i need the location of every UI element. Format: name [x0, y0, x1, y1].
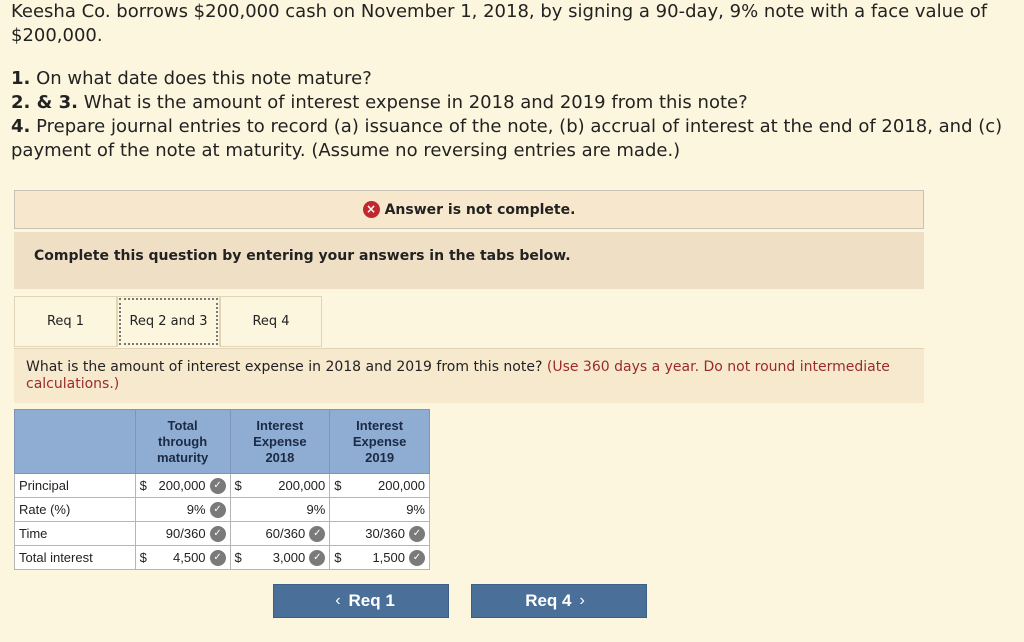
table-row: Rate (%) 9% ✓ 9% 9% [14, 497, 430, 522]
requirement-question: What is the amount of interest expense i… [14, 348, 924, 403]
tab-req-4[interactable]: Req 4 [220, 296, 322, 347]
instruction-text: Complete this question by entering your … [14, 232, 924, 289]
next-req-label: Req 4 [525, 591, 572, 610]
table-row: Total interest $4,500 ✓ $3,000 ✓ $1,500 ✓ [14, 545, 430, 570]
answer-cell[interactable]: 30/360 ✓ [329, 521, 430, 546]
answer-cell[interactable]: 9% [229, 497, 331, 522]
row-label: Total interest [14, 545, 136, 570]
requirement-4: 4. Prepare journal entries to record (a)… [11, 116, 1003, 161]
header-interest-expense-2019: Interest Expense 2019 [329, 409, 430, 474]
dollar-sign: $ [234, 550, 242, 565]
dollar-sign: $ [334, 550, 342, 565]
cell-value: 3,000 [272, 550, 306, 565]
table-row: Time 90/360 ✓ 60/360 ✓ 30/360 ✓ [14, 521, 430, 546]
problem-requirements: 1. On what date does this note mature? 2… [11, 67, 1016, 163]
cell-value: 4,500 [173, 550, 206, 565]
requirement-2-3: 2. & 3. What is the amount of interest e… [11, 92, 748, 113]
check-icon: ✓ [409, 525, 425, 542]
answer-cell[interactable]: 90/360 ✓ [134, 521, 231, 546]
answer-cell[interactable]: $200,000 [329, 473, 430, 498]
cell-value: 90/360 [165, 526, 206, 541]
answer-cell[interactable]: $1,500 ✓ [329, 545, 430, 570]
answer-cell[interactable]: $4,500 ✓ [134, 545, 231, 570]
cell-value: 200,000 [378, 478, 425, 493]
answer-cell[interactable]: 60/360 ✓ [229, 521, 331, 546]
answer-cell[interactable]: $3,000 ✓ [229, 545, 331, 570]
tab-req-2-and-3[interactable]: Req 2 and 3 [117, 296, 220, 347]
check-icon: ✓ [209, 525, 226, 542]
cell-value: 30/360 [365, 526, 405, 541]
cell-value: 9% [406, 502, 425, 517]
answer-status-banner: × Answer is not complete. [14, 190, 924, 229]
check-icon: ✓ [309, 549, 326, 566]
chevron-left-icon: ‹ [335, 592, 341, 609]
cell-value: 1,500 [372, 550, 405, 565]
tab-req-1[interactable]: Req 1 [14, 296, 117, 347]
next-req-button[interactable]: Req 4 › [471, 584, 647, 618]
dollar-sign: $ [334, 478, 342, 493]
row-label: Rate (%) [14, 497, 136, 522]
question-text: What is the amount of interest expense i… [26, 359, 547, 375]
check-icon: ✓ [309, 525, 326, 542]
row-label: Time [14, 521, 136, 546]
answer-status-text: Answer is not complete. [384, 201, 576, 218]
requirement-tabs: Req 1 Req 2 and 3 Req 4 [14, 296, 322, 348]
prev-req-button[interactable]: ‹ Req 1 [273, 584, 449, 618]
interest-calculation-table: Total through maturity Interest Expense 2018… [14, 409, 430, 570]
check-icon: ✓ [209, 477, 226, 494]
answer-cell[interactable]: $200,000 [229, 473, 331, 498]
check-icon: ✓ [409, 549, 425, 566]
chevron-right-icon: › [579, 592, 585, 609]
table-row: Principal $200,000 ✓ $200,000 $200,000 [14, 473, 430, 498]
answer-cell[interactable]: $200,000 ✓ [134, 473, 231, 498]
cell-value: 200,000 [278, 478, 326, 493]
answer-cell[interactable]: 9% ✓ [134, 497, 231, 522]
cell-value: 60/360 [265, 526, 306, 541]
cell-value: 9% [306, 502, 326, 517]
x-circle-icon: × [362, 201, 380, 218]
check-icon: ✓ [209, 549, 226, 566]
row-label: Principal [14, 473, 136, 498]
header-blank [14, 409, 136, 474]
problem-statement: Keesha Co. borrows $200,000 cash on Nove… [11, 1, 988, 46]
cell-value: 200,000 [158, 478, 206, 493]
dollar-sign: $ [139, 550, 147, 565]
check-icon: ✓ [209, 501, 226, 518]
header-total-through-maturity: Total through maturity [134, 409, 231, 474]
header-interest-expense-2018: Interest Expense 2018 [229, 409, 331, 474]
requirement-1: 1. On what date does this note mature? [11, 68, 372, 89]
answer-cell[interactable]: 9% [329, 497, 430, 522]
dollar-sign: $ [234, 478, 242, 493]
prev-req-label: Req 1 [348, 591, 395, 610]
cell-value: 9% [186, 502, 206, 517]
table-header-row: Total through maturity Interest Expense 2018… [14, 409, 430, 474]
dollar-sign: $ [139, 478, 147, 493]
